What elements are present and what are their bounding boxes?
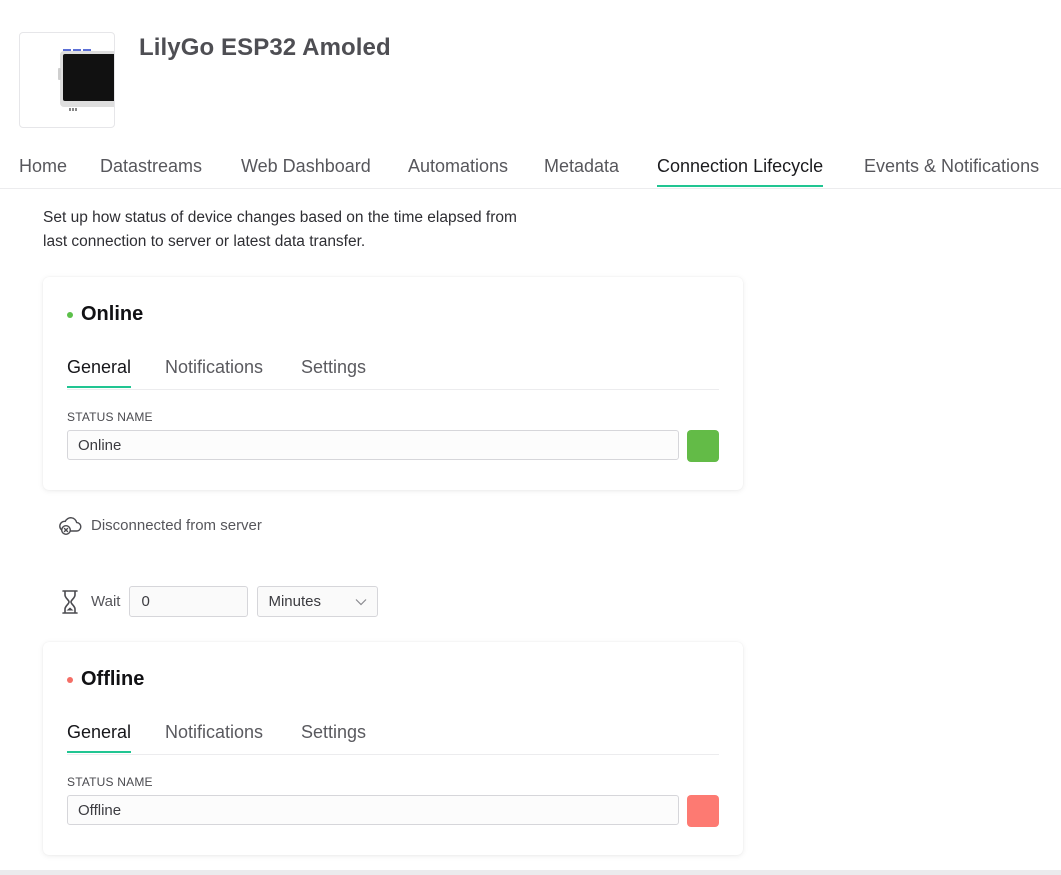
wait-unit-select[interactable]: Minutes [257, 586, 379, 617]
tab-home[interactable]: Home [19, 156, 67, 185]
chevron-down-icon [356, 598, 367, 605]
offline-card-title: Offline [67, 668, 144, 691]
tab-datastreams[interactable]: Datastreams [100, 156, 202, 185]
online-card-tabs: General Notifications Settings [67, 345, 719, 390]
offline-tab-notifications[interactable]: Notifications [165, 722, 263, 751]
offline-status-dot [67, 676, 73, 683]
online-card-title: Online [67, 303, 143, 326]
lifecycle-description: Set up how status of device changes base… [43, 206, 603, 254]
online-color-picker[interactable] [687, 430, 719, 462]
online-status-name-label: STATUS NAME [67, 410, 153, 424]
offline-tab-general[interactable]: General [67, 722, 132, 753]
device-image [58, 49, 114, 111]
transition-row: Disconnected from server [58, 514, 262, 536]
offline-card-tabs: General Notifications Settings [67, 710, 719, 755]
online-status-name-input[interactable]: Online [67, 430, 679, 460]
tab-connection-lifecycle[interactable]: Connection Lifecycle [657, 156, 824, 187]
device-tabs: Home Datastreams Web Dashboard Automatio… [0, 150, 1061, 189]
offline-status-card: Offline General Notifications Settings S… [43, 642, 743, 855]
wait-duration-input[interactable]: 0 [129, 586, 249, 617]
wait-unit-value: Minutes [268, 593, 321, 610]
tab-metadata[interactable]: Metadata [544, 156, 619, 185]
offline-title-text: Offline [81, 668, 145, 690]
wait-label: Wait [91, 593, 121, 610]
transition-text: Disconnected from server [91, 516, 262, 534]
online-title-text: Online [81, 303, 144, 325]
online-tab-notifications[interactable]: Notifications [165, 357, 263, 386]
offline-status-name-input[interactable]: Offline [67, 795, 679, 825]
hourglass-icon [62, 589, 78, 614]
online-status-dot [67, 311, 73, 318]
offline-color-picker[interactable] [687, 795, 719, 827]
offline-tab-settings[interactable]: Settings [301, 722, 366, 751]
description-line-1: Set up how status of device changes base… [43, 209, 517, 226]
wait-row: Wait 0 Minutes [58, 586, 379, 617]
description-line-2: last connection to server or latest data… [43, 233, 366, 250]
tab-events-notifications[interactable]: Events & Notifications [864, 156, 1039, 185]
tab-web-dashboard[interactable]: Web Dashboard [241, 156, 371, 185]
device-page: LilyGo ESP32 Amoled Home Datastreams Web… [0, 0, 1061, 870]
online-tab-general[interactable]: General [67, 357, 132, 388]
tab-automations[interactable]: Automations [408, 156, 508, 185]
online-status-card: Online General Notifications Settings ST… [43, 277, 743, 490]
online-tab-settings[interactable]: Settings [301, 357, 366, 386]
bottom-scroll-strip [0, 870, 1061, 875]
device-title: LilyGo ESP32 Amoled [139, 34, 391, 61]
device-thumbnail [19, 32, 115, 128]
cloud-disconnect-icon [59, 517, 82, 536]
offline-status-name-label: STATUS NAME [67, 775, 153, 789]
